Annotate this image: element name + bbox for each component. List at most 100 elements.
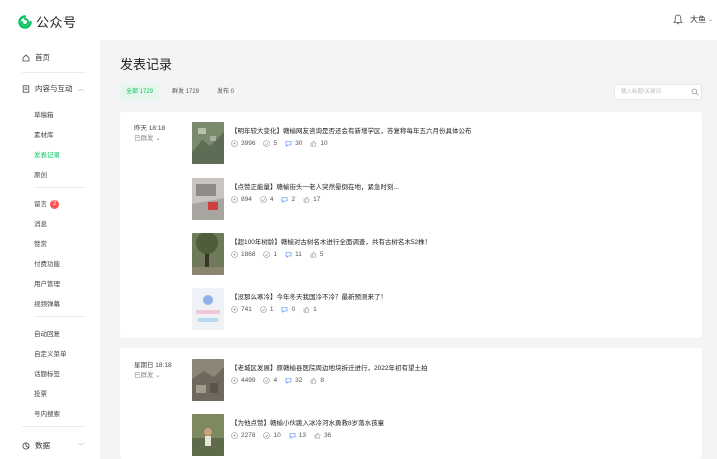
tab-mass-send[interactable]: 群发 1729 bbox=[166, 84, 205, 100]
eye-icon bbox=[231, 306, 238, 313]
article-stats: 2278 10 13 36 bbox=[231, 432, 339, 439]
eye-icon bbox=[231, 196, 238, 203]
publish-status[interactable]: 已群发 ⌄ bbox=[134, 371, 172, 381]
sidebar-item-paid-features[interactable]: 付费功能 bbox=[34, 258, 60, 268]
article-thumbnail bbox=[192, 414, 224, 456]
share-count: 8 bbox=[310, 377, 324, 384]
like-icon bbox=[263, 140, 271, 147]
article-item[interactable]: 【点赞正能量】赣榆街头一老人突然晕倒在地，紧急时刻... 894 4 2 17 bbox=[192, 178, 692, 220]
sidebar-item-video-danmaku[interactable]: 视频弹幕 bbox=[34, 298, 60, 308]
like-count: 4 bbox=[263, 377, 277, 384]
publish-group: 星期日 18:18 已群发 ⌄ 【老城区发展】原赣榆县医院周边地块拆迁进行，20… bbox=[120, 348, 702, 459]
article-item[interactable]: 【明年较大变化】赣榆网友咨询是否还会有新增学区，答复称每年五六月份具体公布 39… bbox=[192, 122, 692, 164]
thumb-up-icon bbox=[311, 377, 317, 384]
eye-icon bbox=[231, 432, 238, 439]
user-name: 大鱼 bbox=[690, 15, 706, 24]
sidebar-item-label: 留言 bbox=[34, 201, 47, 208]
sidebar-item-in-account-search[interactable]: 号内搜索 bbox=[34, 408, 60, 418]
sidebar-group-label: 数据 bbox=[35, 441, 50, 450]
sidebar-item-drafts[interactable]: 草稿箱 bbox=[34, 109, 54, 119]
like-icon bbox=[260, 306, 267, 313]
comment-count: 32 bbox=[285, 377, 302, 384]
publish-status[interactable]: 已群发 ⌄ bbox=[134, 134, 165, 144]
article-stats: 1868 1 11 5 bbox=[231, 251, 331, 258]
article-stats: 894 4 2 17 bbox=[231, 196, 328, 203]
data-chart-icon bbox=[22, 442, 30, 449]
tab-all[interactable]: 全部 1729 bbox=[120, 84, 160, 100]
sidebar-item-custom-menu[interactable]: 自定义菜单 bbox=[34, 348, 67, 358]
divider bbox=[22, 72, 86, 73]
divider bbox=[34, 187, 86, 188]
search-icon[interactable] bbox=[691, 88, 699, 96]
document-icon bbox=[22, 84, 30, 93]
like-count: 10 bbox=[263, 432, 281, 439]
sidebar-item-auto-reply[interactable]: 自动回复 bbox=[34, 328, 60, 338]
thumb-up-icon bbox=[303, 306, 310, 313]
sidebar-item-topic-tags[interactable]: 话题标签 bbox=[34, 368, 60, 378]
sidebar-item-user-management[interactable]: 用户管理 bbox=[34, 278, 60, 288]
comment-count: 11 bbox=[285, 251, 302, 258]
comment-icon bbox=[285, 378, 292, 384]
article-item[interactable]: 【超100年树龄】赣榆对古树名木进行全面调查，共有古树名木52株！ 1868 1… bbox=[192, 233, 692, 275]
read-count: 4499 bbox=[231, 377, 255, 384]
search-box[interactable] bbox=[614, 84, 702, 100]
sidebar-group-data[interactable]: 数据 ﹀ bbox=[22, 440, 84, 451]
sidebar-item-reward[interactable]: 赞赏 bbox=[34, 238, 47, 248]
article-stats: 741 1 0 1 bbox=[231, 306, 325, 313]
sidebar-item-publish-records[interactable]: 发表记录 bbox=[34, 149, 60, 159]
share-count: 17 bbox=[303, 196, 320, 203]
article-title: 【点赞正能量】赣榆街头一老人突然晕倒在地，紧急时刻... bbox=[231, 184, 399, 191]
comment-icon bbox=[285, 252, 292, 258]
read-count: 741 bbox=[231, 306, 252, 313]
divider bbox=[22, 426, 86, 427]
article-item[interactable]: 【老城区发展】原赣榆县医院周边地块拆迁进行，2022年初有望土拍 4499 4 … bbox=[192, 359, 692, 401]
article-title: 【为他点赞】赣榆小伙跳入冰冷河水勇救8岁落水孩童 bbox=[231, 420, 385, 427]
article-title: 【明年较大变化】赣榆网友咨询是否还会有新增学区，答复称每年五六月份具体公布 bbox=[231, 128, 472, 135]
sidebar-group-label: 内容与互动 bbox=[35, 84, 73, 93]
like-count: 1 bbox=[260, 306, 273, 313]
page-title: 发表记录 bbox=[120, 57, 173, 72]
read-count: 3996 bbox=[231, 140, 255, 147]
publish-time: 昨天 18:18 已群发 ⌄ bbox=[134, 124, 165, 144]
article-title: 【老城区发展】原赣榆县医院周边地块拆迁进行，2022年初有望土拍 bbox=[231, 365, 428, 372]
sidebar-item-materials[interactable]: 素材库 bbox=[34, 129, 54, 139]
article-thumbnail bbox=[192, 288, 224, 330]
sidebar-item-home[interactable]: 首页 bbox=[22, 52, 50, 63]
bell-icon[interactable] bbox=[673, 14, 683, 25]
eye-icon bbox=[231, 377, 238, 384]
comment-icon bbox=[289, 433, 296, 439]
user-menu[interactable]: 大鱼 ⌄ bbox=[690, 14, 713, 25]
article-item[interactable]: 【没那么寒冷】今年冬天我国冷不冷？最新预测来了！ 741 1 0 1 bbox=[192, 288, 692, 330]
sidebar-item-comments[interactable]: 留言 2 bbox=[34, 198, 59, 209]
sidebar-item-original[interactable]: 原创 bbox=[34, 169, 47, 179]
comment-count: 13 bbox=[289, 432, 306, 439]
article-stats: 3996 5 30 10 bbox=[231, 140, 336, 147]
comment-icon bbox=[285, 141, 292, 147]
share-count: 36 bbox=[314, 432, 331, 439]
publish-date: 星期日 18:18 bbox=[134, 362, 172, 369]
brand-logo[interactable]: 公众号 bbox=[18, 12, 77, 31]
search-input[interactable] bbox=[615, 85, 687, 99]
thumb-up-icon bbox=[310, 251, 317, 258]
article-title: 【没那么寒冷】今年冬天我国冷不冷？最新预测来了！ bbox=[231, 294, 387, 301]
wechat-mp-logo-icon bbox=[18, 14, 32, 29]
article-item[interactable]: 【为他点赞】赣榆小伙跳入冰冷河水勇救8岁落水孩童 2278 10 13 36 bbox=[192, 414, 692, 456]
like-icon bbox=[260, 196, 267, 203]
chevron-down-icon: ⌄ bbox=[708, 17, 714, 23]
comment-icon bbox=[282, 197, 288, 203]
sidebar-group-content[interactable]: 内容与互动 ︿ bbox=[22, 83, 84, 94]
sidebar-item-messages[interactable]: 消息 bbox=[34, 218, 47, 228]
like-icon bbox=[263, 432, 271, 439]
like-icon bbox=[263, 377, 271, 384]
article-thumbnail bbox=[192, 233, 224, 275]
main-header: 发表记录 全部 1729 群发 1729 发布 0 bbox=[100, 40, 717, 110]
chevron-up-icon: ︿ bbox=[78, 87, 85, 93]
article-thumbnail bbox=[192, 178, 224, 220]
sidebar-item-vote[interactable]: 投票 bbox=[34, 388, 47, 398]
sidebar: 首页 内容与互动 ︿ 草稿箱 素材库 发表记录 原创 留言 2 消息 赞赏 付费功… bbox=[0, 40, 100, 459]
home-icon bbox=[22, 53, 30, 61]
tab-publish[interactable]: 发布 0 bbox=[211, 84, 240, 100]
comment-icon bbox=[282, 307, 288, 313]
read-count: 1868 bbox=[231, 251, 255, 258]
chevron-down-icon: ﹀ bbox=[78, 444, 85, 450]
